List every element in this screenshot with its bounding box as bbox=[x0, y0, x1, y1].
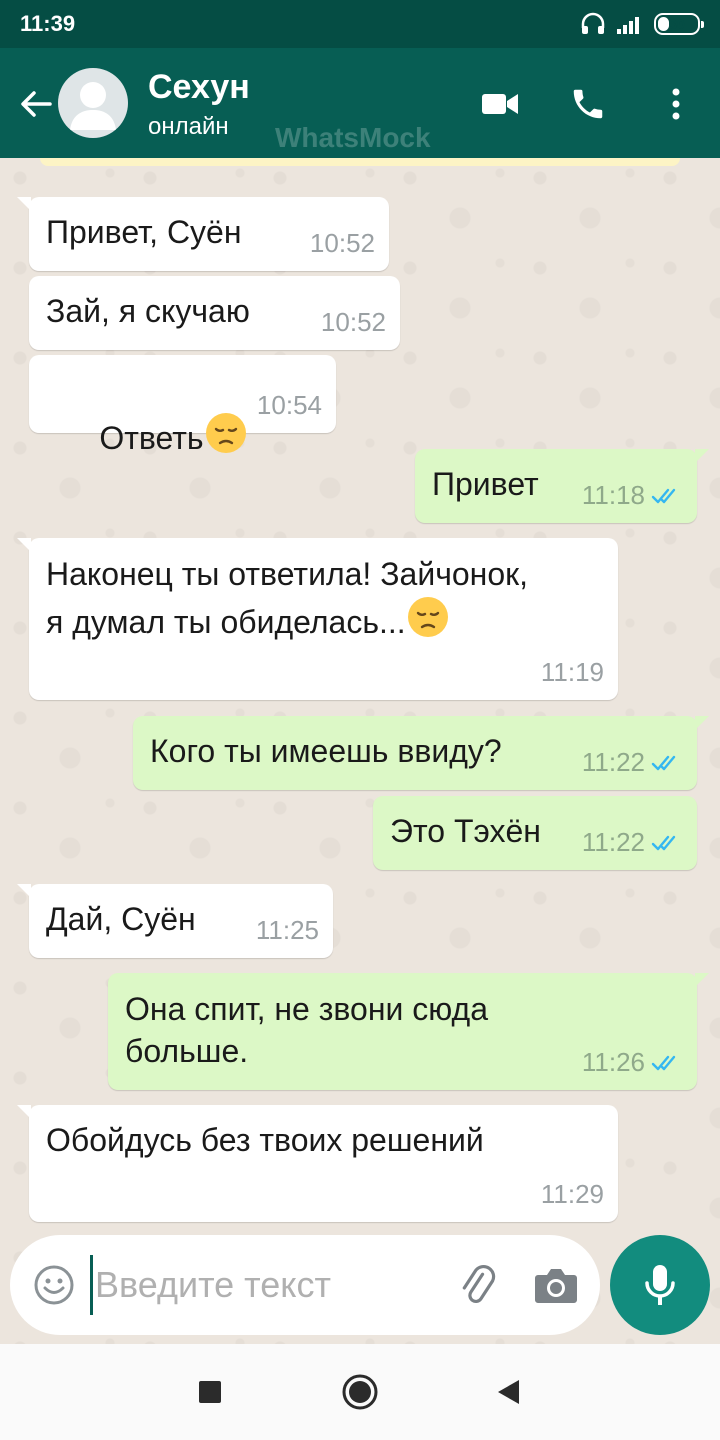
signal-icon bbox=[617, 17, 639, 34]
message-time: 11:22 bbox=[582, 827, 683, 858]
camera-button[interactable] bbox=[532, 1263, 580, 1307]
emoji-button[interactable] bbox=[32, 1263, 76, 1307]
voice-call-button[interactable] bbox=[566, 82, 610, 126]
read-receipt-icon bbox=[651, 835, 676, 850]
emoji-icon bbox=[34, 1265, 74, 1305]
message-time: 11:25 bbox=[255, 915, 319, 945]
message-input[interactable] bbox=[90, 1255, 440, 1315]
message-time: 11:26 bbox=[582, 1047, 683, 1078]
contact-status: онлайн bbox=[148, 113, 229, 140]
message-time: 10:54 bbox=[256, 390, 322, 420]
message-incoming[interactable]: Привет, Суён 10:52 bbox=[17, 197, 389, 271]
watermark: WhatsMock bbox=[275, 122, 431, 153]
pensive-face-icon bbox=[407, 597, 448, 637]
battery-text: 30 bbox=[669, 16, 685, 32]
message-outgoing[interactable]: Она спит, не звони сюда больше. 11:26 bbox=[108, 973, 709, 1090]
camera-icon bbox=[535, 1269, 577, 1303]
video-call-icon bbox=[482, 94, 518, 114]
back-nav-button[interactable] bbox=[488, 1372, 528, 1412]
phone-icon bbox=[573, 89, 603, 119]
battery-level bbox=[658, 17, 670, 31]
message-time: 11:19 bbox=[540, 657, 604, 687]
system-nav-bar bbox=[0, 1344, 720, 1440]
read-receipt-icon bbox=[651, 488, 676, 503]
status-icons: 30 bbox=[580, 12, 704, 36]
message-time: 10:52 bbox=[320, 307, 386, 337]
headphones-icon bbox=[581, 12, 605, 34]
message-incoming[interactable]: Ответь 10:54 bbox=[29, 355, 336, 456]
info-banner-edge bbox=[40, 158, 680, 166]
message-outgoing[interactable]: Это Тэхён 11:22 bbox=[373, 796, 697, 870]
message-text: Наконец ты ответила! Зайчонок, я думал ты… bbox=[46, 556, 529, 640]
chat-header: Сехун онлайн WhatsMock bbox=[0, 48, 720, 158]
message-input-bar bbox=[10, 1235, 600, 1335]
message-text: Ответь bbox=[46, 369, 248, 501]
message-incoming[interactable]: Обойдусь без твоих решений 11:29 bbox=[17, 1105, 618, 1222]
message-time: 11:22 bbox=[582, 747, 683, 778]
back-triangle-icon bbox=[498, 1380, 519, 1404]
message-text: Привет, Суён bbox=[46, 214, 242, 250]
recents-icon bbox=[199, 1381, 221, 1403]
message-text: Обойдусь без твоих решений bbox=[46, 1122, 484, 1158]
recents-button[interactable] bbox=[190, 1372, 230, 1412]
message-incoming[interactable]: Дай, Суён 11:25 bbox=[17, 884, 333, 958]
more-options-icon bbox=[672, 88, 680, 120]
home-button[interactable] bbox=[340, 1372, 380, 1412]
attach-icon bbox=[462, 1265, 496, 1303]
read-receipt-icon bbox=[651, 1055, 676, 1070]
status-bar: 11:39 30 bbox=[0, 0, 720, 48]
message-time: 10:52 bbox=[309, 228, 375, 258]
attach-button[interactable] bbox=[454, 1261, 502, 1309]
message-outgoing[interactable]: Кого ты имеешь ввиду? 11:22 bbox=[133, 716, 709, 790]
chat-area[interactable]: Привет, Суён 10:52 Зай, я скучаю 10:52 О… bbox=[0, 158, 720, 1344]
contact-name[interactable]: Сехун bbox=[148, 68, 250, 107]
video-call-button[interactable] bbox=[478, 82, 522, 126]
back-button[interactable] bbox=[14, 82, 58, 126]
message-incoming[interactable]: Наконец ты ответила! Зайчонок, я думал ты… bbox=[17, 538, 618, 700]
message-time: 11:18 bbox=[582, 480, 683, 511]
message-text: Привет bbox=[432, 466, 539, 502]
message-time: 11:29 bbox=[540, 1179, 604, 1209]
message-text: Зай, я скучаю bbox=[46, 293, 250, 329]
mic-icon bbox=[645, 1265, 675, 1305]
back-arrow-icon bbox=[21, 91, 52, 117]
message-text: Дай, Суён bbox=[46, 901, 196, 937]
read-receipt-icon bbox=[651, 755, 676, 770]
message-incoming[interactable]: Зай, я скучаю 10:52 bbox=[29, 276, 400, 350]
message-outgoing[interactable]: Привет 11:18 bbox=[415, 449, 709, 523]
avatar[interactable] bbox=[58, 68, 128, 138]
message-text: Она спит, не звони сюда больше. bbox=[125, 991, 489, 1069]
status-time: 11:39 bbox=[20, 11, 76, 36]
battery-indicator: 30 bbox=[654, 13, 704, 35]
message-text: Кого ты имеешь ввиду? bbox=[150, 733, 502, 769]
avatar-placeholder-icon bbox=[70, 82, 116, 130]
home-icon bbox=[342, 1374, 378, 1410]
mic-button[interactable] bbox=[610, 1235, 710, 1335]
message-text: Это Тэхён bbox=[390, 813, 541, 849]
pensive-face-icon bbox=[205, 413, 246, 453]
more-options-button[interactable] bbox=[654, 82, 698, 126]
